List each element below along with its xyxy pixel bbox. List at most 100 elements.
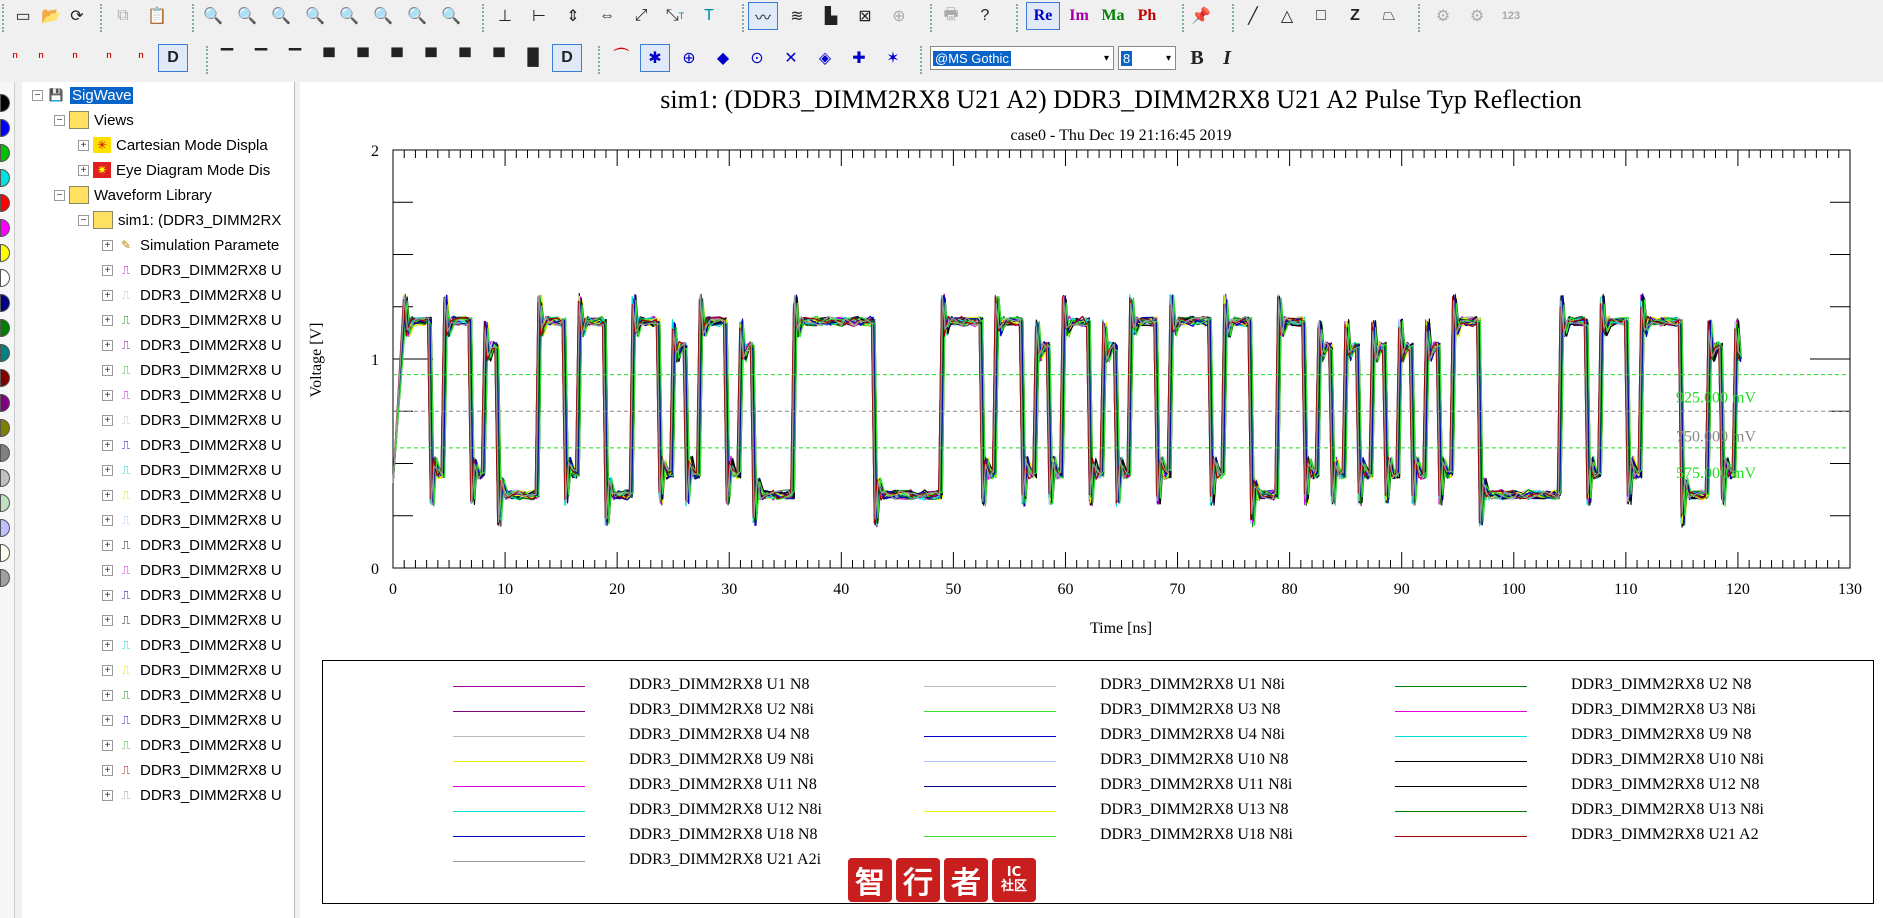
copy-icon[interactable]: ⧉ bbox=[108, 2, 138, 30]
tree-node-waveform[interactable]: + ⎍ DDR3_DIMM2RX8 U bbox=[102, 609, 282, 631]
marker-style-8-icon[interactable]: ✚ bbox=[844, 44, 874, 72]
tree-node-waveform-library[interactable]: − Waveform Library bbox=[54, 184, 212, 206]
color-swatch[interactable] bbox=[0, 219, 10, 237]
color-swatch[interactable] bbox=[0, 294, 10, 312]
color-swatch[interactable] bbox=[0, 269, 10, 287]
zoom-fit-icon[interactable]: 🔍 bbox=[198, 2, 228, 30]
expand-icon[interactable]: + bbox=[102, 414, 113, 426]
collapse-icon[interactable]: − bbox=[54, 114, 65, 126]
diagonal-icon[interactable]: ⤢ bbox=[626, 2, 656, 30]
color-swatch[interactable] bbox=[0, 469, 10, 487]
paste-icon[interactable]: 📋 bbox=[142, 2, 172, 30]
zoom-box-icon[interactable]: 🔍 bbox=[368, 2, 398, 30]
font-size-select[interactable]: 8 ▾ bbox=[1118, 46, 1176, 70]
expand-icon[interactable]: + bbox=[102, 589, 113, 601]
help-icon[interactable]: ? bbox=[970, 2, 1000, 30]
zoom-in-icon[interactable]: 🔍 bbox=[232, 2, 262, 30]
phase-button[interactable]: Ph bbox=[1130, 2, 1164, 30]
marker-style-1-icon[interactable]: ⏜ bbox=[606, 44, 636, 72]
expand-icon[interactable]: + bbox=[102, 439, 113, 451]
line-width-7-icon[interactable]: ▀ bbox=[416, 44, 446, 72]
rectangle-draw-icon[interactable]: □ bbox=[1306, 2, 1336, 30]
marker-style-7-icon[interactable]: ◈ bbox=[810, 44, 840, 72]
diagonal-text-icon[interactable]: ⤡ T bbox=[660, 2, 690, 30]
color-swatch[interactable] bbox=[0, 494, 10, 512]
text-tool-button[interactable]: T bbox=[694, 2, 724, 30]
tree-node-waveform[interactable]: + ⎍ DDR3_DIMM2RX8 U bbox=[102, 534, 282, 556]
settings-icon[interactable]: ⚙ bbox=[1428, 2, 1458, 30]
toolbar-grip[interactable] bbox=[1418, 4, 1424, 32]
marker-left-icon[interactable]: ⊢ bbox=[524, 2, 554, 30]
expand-icon[interactable]: + bbox=[102, 264, 113, 276]
line-width-4-icon[interactable]: ▀ bbox=[314, 44, 344, 72]
expand-icon[interactable]: + bbox=[78, 139, 89, 151]
tree-node-waveform[interactable]: + ⎍ DDR3_DIMM2RX8 U bbox=[102, 309, 282, 331]
numeric-display-button[interactable]: 123 bbox=[1496, 2, 1526, 30]
toolbar-grip[interactable] bbox=[920, 46, 926, 74]
marker-style-2-icon[interactable]: ✱ bbox=[640, 44, 670, 72]
expand-icon[interactable]: + bbox=[102, 664, 113, 676]
color-swatch[interactable] bbox=[0, 369, 10, 387]
real-part-button[interactable]: Re bbox=[1026, 2, 1060, 30]
line-width-5-icon[interactable]: ▀ bbox=[348, 44, 378, 72]
expand-icon[interactable]: + bbox=[102, 539, 113, 551]
expand-icon[interactable]: + bbox=[102, 314, 113, 326]
tree-node-waveform[interactable]: + ⎍ DDR3_DIMM2RX8 U bbox=[102, 584, 282, 606]
color-swatch[interactable] bbox=[0, 319, 10, 337]
expand-icon[interactable]: + bbox=[102, 389, 113, 401]
wave-style-4-icon[interactable]: ⁿ bbox=[94, 44, 124, 72]
color-swatch[interactable] bbox=[0, 119, 10, 137]
imag-part-button[interactable]: Im bbox=[1062, 2, 1096, 30]
tree-node-waveform[interactable]: + ⎍ DDR3_DIMM2RX8 U bbox=[102, 784, 282, 806]
wave-style-2-icon[interactable]: ⁿ bbox=[26, 44, 56, 72]
polygon-draw-icon[interactable]: ⏢ bbox=[1374, 2, 1404, 30]
marker-style-5-icon[interactable]: ⊙ bbox=[742, 44, 772, 72]
expand-icon[interactable]: + bbox=[102, 339, 113, 351]
expand-icon[interactable]: + bbox=[102, 364, 113, 376]
pin-icon[interactable]: 📌 bbox=[1186, 2, 1216, 30]
expand-icon[interactable]: + bbox=[102, 514, 113, 526]
expand-icon[interactable]: + bbox=[78, 164, 89, 176]
color-swatch[interactable] bbox=[0, 244, 10, 262]
tree-node-waveform[interactable]: + ⎍ DDR3_DIMM2RX8 U bbox=[102, 709, 282, 731]
wave-style-5-icon[interactable]: ⁿ bbox=[126, 44, 156, 72]
tree-node-sim-params[interactable]: + ✎ Simulation Paramete bbox=[102, 234, 279, 256]
collapse-icon[interactable]: − bbox=[32, 89, 43, 101]
refresh-icon[interactable]: ⟳ bbox=[62, 2, 92, 30]
stacked-view-button[interactable]: ≋ bbox=[782, 2, 812, 30]
marker-down-icon[interactable]: ⊥ bbox=[490, 2, 520, 30]
tree-node-waveform[interactable]: + ⎍ DDR3_DIMM2RX8 U bbox=[102, 759, 282, 781]
tree-node-waveform[interactable]: + ⎍ DDR3_DIMM2RX8 U bbox=[102, 509, 282, 531]
line-width-10-icon[interactable]: █ bbox=[518, 44, 548, 72]
tree-node-waveform[interactable]: + ⎍ DDR3_DIMM2RX8 U bbox=[102, 659, 282, 681]
tree-node-waveform[interactable]: + ⎍ DDR3_DIMM2RX8 U bbox=[102, 409, 282, 431]
zoom-prev-icon[interactable]: 🔍 bbox=[402, 2, 432, 30]
tree-node-waveform[interactable]: + ⎍ DDR3_DIMM2RX8 U bbox=[102, 259, 282, 281]
tree-node-waveform[interactable]: + ⎍ DDR3_DIMM2RX8 U bbox=[102, 559, 282, 581]
marker-style-9-icon[interactable]: ✶ bbox=[878, 44, 908, 72]
italic-button[interactable]: I bbox=[1212, 44, 1242, 72]
marker-vertical-icon[interactable]: ⇕ bbox=[558, 2, 588, 30]
toolbar-grip[interactable] bbox=[598, 46, 604, 74]
waveform-chart[interactable]: sim1: (DDR3_DIMM2RX8 U21 A2) DDR3_DIMM2R… bbox=[300, 82, 1883, 652]
bold-button[interactable]: B bbox=[1182, 44, 1212, 72]
zoom-y-icon[interactable]: 🔍 bbox=[334, 2, 364, 30]
color-swatch[interactable] bbox=[0, 169, 10, 187]
line-draw-icon[interactable]: ╱ bbox=[1238, 2, 1268, 30]
magnitude-button[interactable]: Ma bbox=[1096, 2, 1130, 30]
color-swatch[interactable] bbox=[0, 394, 10, 412]
tree-node-waveform[interactable]: + ⎍ DDR3_DIMM2RX8 U bbox=[102, 284, 282, 306]
color-swatch[interactable] bbox=[0, 144, 10, 162]
line-width-8-icon[interactable]: ▀ bbox=[450, 44, 480, 72]
expand-icon[interactable]: + bbox=[102, 289, 113, 301]
line-width-2-icon[interactable]: ▔ bbox=[246, 44, 276, 72]
color-swatch[interactable] bbox=[0, 419, 10, 437]
toolbar-grip[interactable] bbox=[482, 4, 488, 32]
tree-node-waveform[interactable]: + ⎍ DDR3_DIMM2RX8 U bbox=[102, 684, 282, 706]
marker-style-3-icon[interactable]: ⊕ bbox=[674, 44, 704, 72]
marker-style-6-icon[interactable]: ✕ bbox=[776, 44, 806, 72]
marker-horizontal-icon[interactable]: ⇔ bbox=[592, 2, 622, 30]
tree-node-waveform[interactable]: + ⎍ DDR3_DIMM2RX8 U bbox=[102, 634, 282, 656]
smith-chart-button[interactable]: ⊕ bbox=[884, 2, 914, 30]
style-d-button[interactable]: D bbox=[158, 44, 188, 72]
